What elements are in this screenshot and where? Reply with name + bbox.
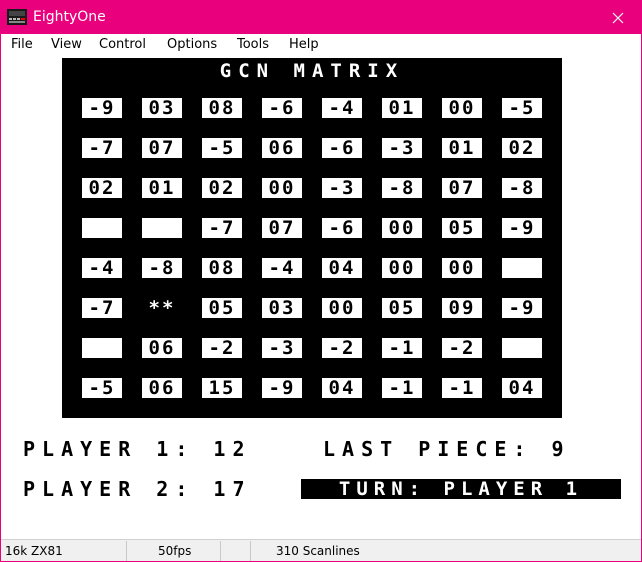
player1-label: PLAYER 1: — [23, 437, 195, 461]
matrix-cell: -6 — [322, 138, 362, 158]
matrix-cell: -6 — [322, 218, 362, 238]
matrix-cell: -1 — [382, 378, 422, 398]
matrix-cell: -7 — [82, 298, 122, 318]
matrix-cell: -4 — [82, 258, 122, 278]
status-bar: 16k ZX81 50fps 310 Scanlines — [1, 539, 641, 561]
matrix-cell: 08 — [202, 258, 242, 278]
matrix-cell: -3 — [382, 138, 422, 158]
player2-label: PLAYER 2: — [23, 477, 195, 501]
last-piece-label: LAST PIECE: — [323, 437, 533, 461]
matrix-cell: 00 — [382, 258, 422, 278]
matrix-cell: 08 — [202, 98, 242, 118]
matrix-cell: 01 — [142, 178, 182, 198]
board-title: GCN MATRIX — [219, 60, 405, 82]
menu-control[interactable]: Control — [98, 37, 147, 53]
matrix-cell: 04 — [502, 378, 542, 398]
matrix-cell: -9 — [502, 298, 542, 318]
matrix-cell: -2 — [442, 338, 482, 358]
matrix-cursor-cell: ** — [142, 298, 182, 318]
matrix-cell: -5 — [502, 98, 542, 118]
matrix-cell: 00 — [382, 218, 422, 238]
matrix-cell — [502, 258, 542, 278]
matrix-cell: 02 — [502, 138, 542, 158]
matrix-cell: -7 — [82, 138, 122, 158]
matrix-cell: -8 — [382, 178, 422, 198]
matrix-cell: 00 — [322, 298, 362, 318]
matrix-cell: -4 — [262, 258, 302, 278]
menu-help[interactable]: Help — [288, 37, 320, 53]
menu-view[interactable]: View — [50, 37, 83, 53]
matrix-cell: -4 — [322, 98, 362, 118]
matrix-cell: -3 — [262, 338, 302, 358]
matrix-cell — [142, 218, 182, 238]
matrix-cell — [82, 338, 122, 358]
matrix-cell: 00 — [442, 98, 482, 118]
matrix-cell: 05 — [382, 298, 422, 318]
matrix-cell: 00 — [442, 258, 482, 278]
matrix-cell: 05 — [202, 298, 242, 318]
menu-file[interactable]: File — [10, 37, 34, 53]
close-icon — [612, 12, 624, 23]
matrix-cell: 03 — [262, 298, 302, 318]
matrix-cell: 04 — [322, 258, 362, 278]
emulator-display[interactable]: GCN MATRIX -9 03 08 -6 -4 01 00 -5 -7 07 -5 06 -6 -3 0… — [1, 56, 641, 539]
menu-tools[interactable]: Tools — [236, 37, 270, 53]
matrix-cell: 01 — [382, 98, 422, 118]
title-bar[interactable]: EightyOne — [1, 1, 641, 34]
player1-score: 12 — [213, 437, 252, 461]
matrix-cell: -9 — [82, 98, 122, 118]
last-piece-status: LAST PIECE: 9 — [323, 437, 571, 461]
scanlines-readout: 310 Scanlines — [276, 544, 360, 558]
matrix-cell: 03 — [142, 98, 182, 118]
matrix-cell: -3 — [322, 178, 362, 198]
turn-indicator: TURN: PLAYER 1 — [301, 479, 621, 499]
matrix-cell: 15 — [202, 378, 242, 398]
matrix-cell: -8 — [142, 258, 182, 278]
player1-status: PLAYER 1: 12 — [23, 437, 252, 461]
matrix-cell: 02 — [202, 178, 242, 198]
matrix-cell: 06 — [262, 138, 302, 158]
matrix-cell: 01 — [442, 138, 482, 158]
game-board: GCN MATRIX -9 03 08 -6 -4 01 00 -5 -7 07 -5 06 -6 -3 0… — [62, 58, 562, 418]
menu-options[interactable]: Options — [166, 37, 218, 53]
player2-status: PLAYER 2: 17 — [23, 477, 252, 501]
matrix-cell: 04 — [322, 378, 362, 398]
matrix-cell: -1 — [442, 378, 482, 398]
matrix-cell: -9 — [262, 378, 302, 398]
close-button[interactable] — [595, 1, 641, 34]
matrix-cell: 06 — [142, 338, 182, 358]
matrix-cell — [82, 218, 122, 238]
last-piece-value: 9 — [551, 437, 571, 461]
matrix-cell: -5 — [202, 138, 242, 158]
matrix-cell — [502, 338, 542, 358]
matrix-cell: 02 — [82, 178, 122, 198]
matrix-cell: -9 — [502, 218, 542, 238]
matrix-cell: 07 — [442, 178, 482, 198]
matrix-cell: 07 — [262, 218, 302, 238]
matrix-cell: -5 — [82, 378, 122, 398]
statusbar-divider — [126, 541, 127, 561]
matrix-cell: 09 — [442, 298, 482, 318]
matrix-cell: 07 — [142, 138, 182, 158]
app-icon — [7, 9, 27, 25]
statusbar-blank — [221, 540, 249, 561]
matrix-cell: -8 — [502, 178, 542, 198]
matrix-cell: 06 — [142, 378, 182, 398]
player2-score: 17 — [213, 477, 252, 501]
matrix-cell: 00 — [262, 178, 302, 198]
machine-type: 16k ZX81 — [5, 544, 63, 558]
matrix-cell: -2 — [202, 338, 242, 358]
statusbar-divider — [250, 541, 251, 561]
fps-readout: 50fps — [158, 544, 192, 558]
matrix-cell: 05 — [442, 218, 482, 238]
menu-bar: File View Control Options Tools Help — [1, 34, 641, 56]
emulator-window: EightyOne File View Control Options Tool… — [0, 0, 642, 562]
window-title: EightyOne — [33, 9, 106, 25]
matrix-cell: -7 — [202, 218, 242, 238]
matrix-cell: -6 — [262, 98, 302, 118]
matrix-cell: -1 — [382, 338, 422, 358]
matrix-cell: -2 — [322, 338, 362, 358]
